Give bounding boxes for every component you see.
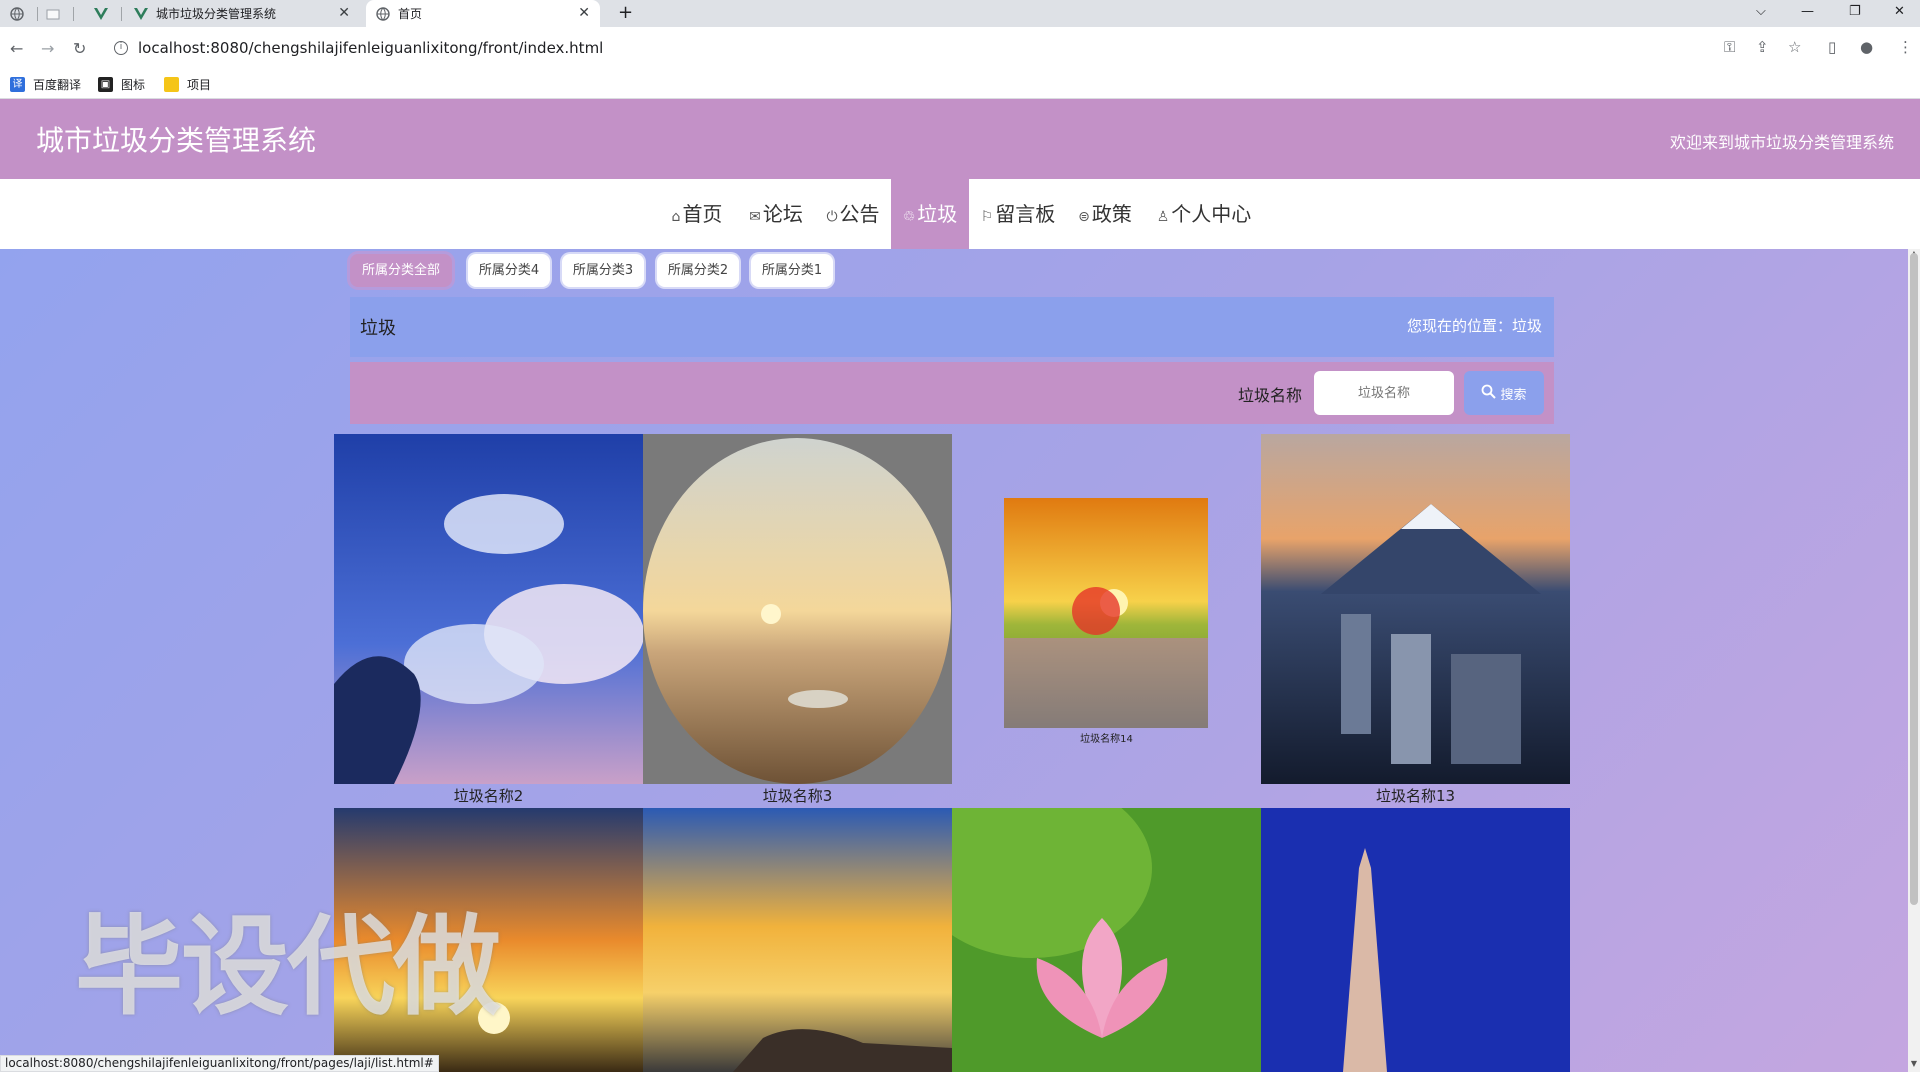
sea-rainbow-image[interactable]: [643, 808, 952, 1072]
minimize-button[interactable]: —: [1801, 4, 1814, 19]
tab-label: 首页: [398, 7, 423, 21]
bookmark-icons[interactable]: ▣ 图标: [98, 76, 145, 93]
user-icon: ♙: [1156, 209, 1170, 225]
profile-icon[interactable]: ●: [1860, 38, 1873, 56]
lotus-image[interactable]: [952, 808, 1261, 1072]
tab-search-icon[interactable]: ⌵: [1756, 4, 1766, 19]
reload-icon[interactable]: ↻: [73, 39, 86, 58]
gavel-icon: ⊜: [1078, 209, 1090, 225]
category-all-button[interactable]: 所属分类全部: [350, 254, 452, 287]
list-item[interactable]: [643, 808, 952, 1072]
browser-toolbar: ← → ↻ i localhost:8080/chengshilajifenle…: [0, 27, 1920, 69]
forward-arrow-icon[interactable]: →: [41, 39, 54, 58]
mail-icon: ✉: [749, 209, 761, 225]
sky-clouds-image[interactable]: [334, 434, 643, 784]
menu-item-guestbook[interactable]: ⚐ 留言板: [978, 179, 1058, 249]
globe-icon: [10, 6, 24, 21]
tab-pinned-2[interactable]: [46, 0, 76, 27]
search-icon: [1481, 384, 1497, 403]
tab-admin[interactable]: 城市垃圾分类管理系统 ✕: [134, 0, 360, 27]
close-window-button[interactable]: ✕: [1894, 4, 1905, 19]
url-text: localhost:8080/chengshilajifenleiguanlix…: [138, 39, 604, 57]
menu-dots-icon[interactable]: ⋮: [1898, 38, 1913, 56]
vue-logo-icon: [94, 7, 108, 21]
welcome-text: 欢迎来到城市垃圾分类管理系统: [1669, 133, 1894, 152]
menu-item-profile[interactable]: ♙ 个人中心: [1154, 179, 1254, 249]
list-item[interactable]: 垃圾名称2: [334, 434, 643, 805]
share-icon[interactable]: ⇪: [1756, 38, 1769, 56]
search-input[interactable]: [1314, 371, 1454, 415]
tab-label: 城市垃圾分类管理系统: [156, 7, 277, 21]
category-4-button[interactable]: 所属分类4: [468, 254, 550, 287]
category-3-button[interactable]: 所属分类3: [562, 254, 644, 287]
item-name: 垃圾名称14: [1080, 734, 1133, 745]
restore-button[interactable]: ❐: [1849, 4, 1861, 19]
eiffel-tower-image[interactable]: [1261, 808, 1570, 1072]
item-name: 垃圾名称2: [453, 787, 524, 805]
section-title: 垃圾: [360, 318, 396, 339]
recycle-icon: ♲: [902, 209, 916, 225]
menu-item-notice[interactable]: ⏻ 公告: [822, 179, 884, 249]
menu-item-garbage[interactable]: ♲ 垃圾: [891, 179, 969, 249]
watermark-text: 毕设代做: [75, 905, 501, 1030]
image-icon: ▣: [98, 77, 113, 92]
side-panel-icon[interactable]: ▯: [1828, 38, 1836, 56]
click-indicator: [1072, 587, 1120, 635]
home-icon: ⌂: [671, 209, 681, 225]
vue-logo-icon: [134, 7, 148, 21]
close-tab-icon[interactable]: ✕: [338, 5, 350, 21]
search-label: 垃圾名称: [1238, 386, 1303, 405]
list-item[interactable]: [1261, 808, 1570, 1072]
list-item[interactable]: 垃圾名称3: [643, 434, 952, 805]
main-menu: ⌂ 首页 ✉ 论坛 ⏻ 公告 ♲ 垃圾 ⚐ 留言板 ⊜ 政策 ♙ 个人中心: [0, 179, 1920, 249]
back-arrow-icon[interactable]: ←: [10, 39, 23, 58]
list-item[interactable]: [952, 808, 1261, 1072]
category-1-button[interactable]: 所属分类1: [751, 254, 833, 287]
site-header: 城市垃圾分类管理系统 欢迎来到城市垃圾分类管理系统: [0, 99, 1920, 179]
city-mount-fuji-image[interactable]: [1261, 434, 1570, 784]
page-scrollbar[interactable]: ▲ ▼: [1908, 249, 1920, 1072]
globe-icon: [376, 6, 390, 21]
folder-icon: [164, 77, 179, 92]
site-title: 城市垃圾分类管理系统: [36, 124, 317, 157]
scroll-down-arrow-icon[interactable]: ▼: [1908, 1059, 1920, 1068]
tab-pinned-3[interactable]: [94, 0, 124, 27]
translate-icon: 译: [10, 77, 25, 92]
menu-item-policy[interactable]: ⊜ 政策: [1074, 179, 1136, 249]
scroll-thumb[interactable]: [1910, 253, 1918, 905]
site-info-icon[interactable]: i: [114, 41, 128, 55]
bookmark-project[interactable]: 项目: [164, 76, 211, 93]
address-bar[interactable]: i localhost:8080/chengshilajifenleiguanl…: [110, 34, 1790, 62]
item-name: 垃圾名称13: [1375, 787, 1456, 805]
page-icon: [46, 7, 60, 21]
menu-item-forum[interactable]: ✉ 论坛: [746, 179, 806, 249]
menu-item-home[interactable]: ⌂ 首页: [666, 179, 728, 249]
flag-icon: ⚐: [980, 209, 994, 225]
list-item[interactable]: 垃圾名称13: [1261, 434, 1570, 805]
location-text: 您现在的位置：垃圾: [1406, 317, 1542, 335]
search-button[interactable]: 搜索: [1464, 371, 1544, 415]
category-2-button[interactable]: 所属分类2: [657, 254, 739, 287]
new-tab-button[interactable]: +: [618, 2, 633, 23]
bookmark-baidu-translate[interactable]: 译 百度翻译: [10, 76, 81, 93]
desert-sunset-image[interactable]: [643, 434, 952, 784]
search-button-label: 搜索: [1500, 387, 1527, 403]
close-tab-icon[interactable]: ✕: [578, 5, 590, 21]
status-bar-url: localhost:8080/chengshilajifenleiguanlix…: [0, 1055, 439, 1072]
tab-home[interactable]: 首页 ✕: [366, 0, 600, 27]
tab-pinned-1[interactable]: [10, 0, 40, 27]
search-bar: 垃圾名称 搜索: [350, 362, 1554, 424]
item-name: 垃圾名称3: [762, 787, 833, 805]
power-icon: ⏻: [826, 209, 838, 225]
key-icon[interactable]: ⚿: [1724, 38, 1735, 56]
browser-tab-bar: 城市垃圾分类管理系统 ✕ 首页 ✕ + ⌵ — ❐ ✕: [0, 0, 1920, 27]
star-icon[interactable]: ☆: [1788, 38, 1801, 56]
breadcrumb: 垃圾 您现在的位置：垃圾: [350, 297, 1554, 357]
bookmarks-bar: 译 百度翻译 ▣ 图标 项目: [0, 69, 1920, 99]
